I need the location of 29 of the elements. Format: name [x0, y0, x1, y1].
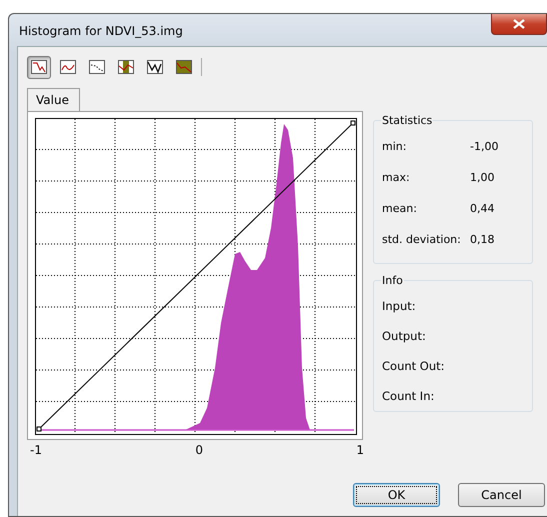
tab[interactable]: Value — [27, 88, 80, 111]
dialog-button[interactable]: OK — [353, 483, 440, 507]
dialog-button[interactable]: Cancel — [458, 483, 545, 507]
stat-label: min: — [382, 140, 408, 153]
info-label: Count In: — [382, 388, 436, 405]
info-label: Output: — [382, 328, 427, 345]
group-title: Statistics — [381, 114, 434, 127]
stat-value: 0,44 — [470, 202, 494, 215]
stat-value: 0,18 — [470, 233, 494, 246]
line-chart-icon — [31, 60, 47, 74]
band-chart-icon — [118, 60, 134, 74]
close-button[interactable] — [491, 14, 547, 35]
stat-label: std. deviation: — [382, 233, 462, 246]
axis-label: -1 — [30, 443, 42, 457]
group-title: Info — [381, 274, 404, 287]
stat-label: max: — [382, 171, 411, 184]
close-icon — [513, 19, 525, 29]
stat-value: 1,00 — [470, 171, 494, 184]
line-chart-icon — [60, 60, 76, 74]
area-chart-icon — [176, 60, 192, 74]
info-label: Count Out: — [382, 358, 446, 375]
chart-style-button[interactable] — [27, 56, 51, 78]
info-label: Input: — [382, 298, 417, 315]
axis-label: 0 — [195, 443, 203, 457]
window-title: Histogram for NDVI_53.img — [18, 23, 183, 38]
axis-label: 1 — [356, 443, 364, 457]
zigzag-line-icon — [147, 60, 163, 74]
stat-value: -1,00 — [470, 140, 498, 153]
stat-label: mean: — [382, 202, 418, 215]
